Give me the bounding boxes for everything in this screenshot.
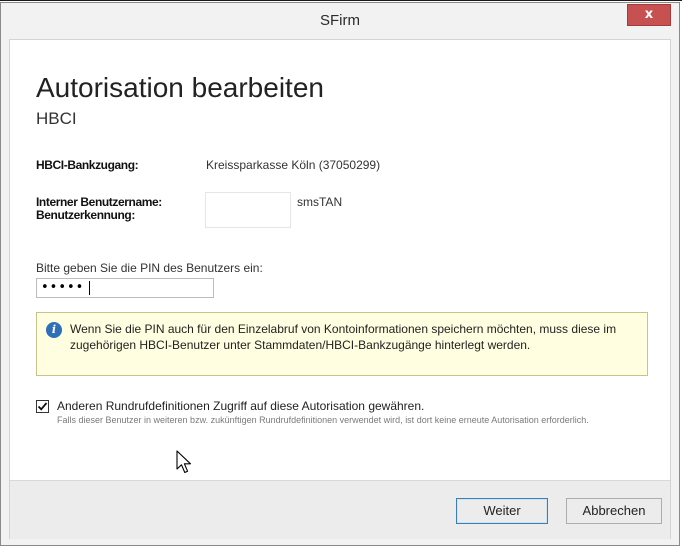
benutzerkennung-label: Benutzerkennung: bbox=[36, 208, 135, 222]
screen-frame: SFirm x Autorisation bearbeiten HBCI HBC… bbox=[0, 0, 682, 547]
next-button[interactable]: Weiter bbox=[456, 498, 548, 524]
redacted-field bbox=[205, 192, 291, 228]
title-bar[interactable]: SFirm x bbox=[1, 3, 679, 39]
bankzugang-label: HBCI-Bankzugang: bbox=[36, 158, 139, 172]
benutzername-label: Interner Benutzername: bbox=[36, 195, 162, 209]
info-icon: i bbox=[46, 322, 62, 338]
page-subtitle: HBCI bbox=[36, 109, 77, 128]
dialog-client-area: Autorisation bearbeiten HBCI HBCI-Bankzu… bbox=[9, 39, 671, 539]
checkmark-icon bbox=[37, 402, 48, 411]
close-button[interactable]: x bbox=[627, 4, 671, 26]
pin-input[interactable]: ••••• bbox=[36, 278, 214, 298]
info-box: i Wenn Sie die PIN auch für den Einzelab… bbox=[36, 312, 648, 376]
dialog-window: SFirm x Autorisation bearbeiten HBCI HBC… bbox=[0, 2, 680, 546]
text-caret bbox=[89, 281, 90, 295]
page-title: Autorisation bearbeiten bbox=[36, 72, 324, 103]
pin-label: Bitte geben Sie die PIN des Benutzers ei… bbox=[36, 261, 263, 275]
mouse-pointer-icon bbox=[176, 450, 192, 474]
button-bar: Weiter Abbrechen bbox=[10, 480, 670, 539]
benutzername-value: smsTAN bbox=[297, 195, 343, 209]
share-access-checkbox[interactable] bbox=[36, 400, 49, 413]
cancel-button[interactable]: Abbrechen bbox=[566, 498, 662, 524]
share-access-label[interactable]: Anderen Rundrufdefinitionen Zugriff auf … bbox=[57, 399, 424, 413]
share-access-hint: Falls dieser Benutzer in weiteren bzw. z… bbox=[57, 415, 589, 425]
window-title: SFirm bbox=[320, 12, 360, 29]
info-text: Wenn Sie die PIN auch für den Einzelabru… bbox=[70, 322, 617, 352]
bankzugang-value: Kreissparkasse Köln (37050299) bbox=[206, 158, 381, 172]
